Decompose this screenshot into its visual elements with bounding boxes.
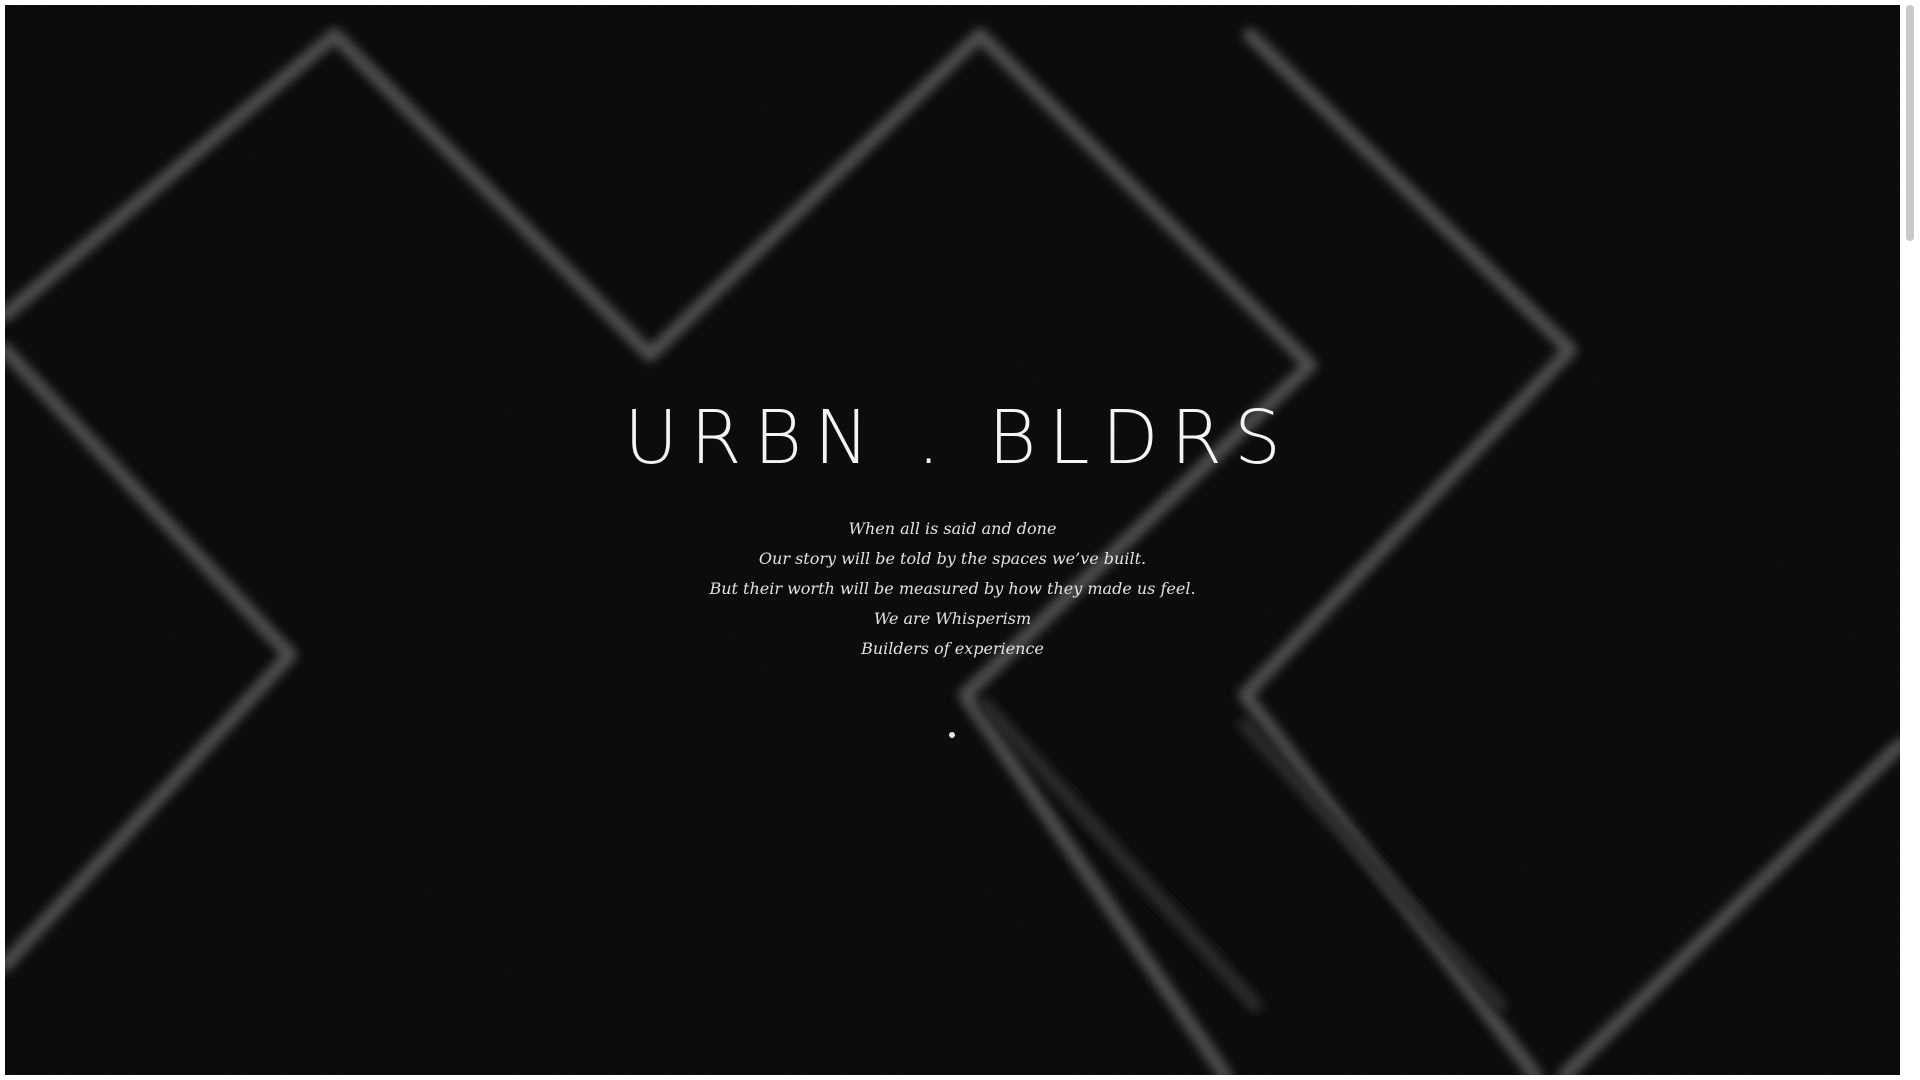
- manifesto-line: Builders of experience: [861, 639, 1044, 658]
- manifesto-line: But their worth will be measured by how …: [709, 579, 1196, 598]
- scroll-dot-icon[interactable]: [949, 732, 955, 738]
- scrollbar-thumb[interactable]: [1906, 5, 1914, 241]
- manifesto-line: Our story will be told by the spaces we’…: [758, 549, 1147, 568]
- hero-viewport: URBN . BLDRS When all is said and done O…: [5, 5, 1900, 1075]
- manifesto: When all is said and done Our story will…: [5, 514, 1900, 664]
- manifesto-line: When all is said and done: [848, 519, 1057, 538]
- hero-content: URBN . BLDRS When all is said and done O…: [5, 390, 1900, 664]
- brand-logo: URBN . BLDRS: [623, 395, 1293, 481]
- manifesto-line: We are Whisperism: [873, 609, 1032, 628]
- page-scrollbar[interactable]: [1900, 0, 1920, 1080]
